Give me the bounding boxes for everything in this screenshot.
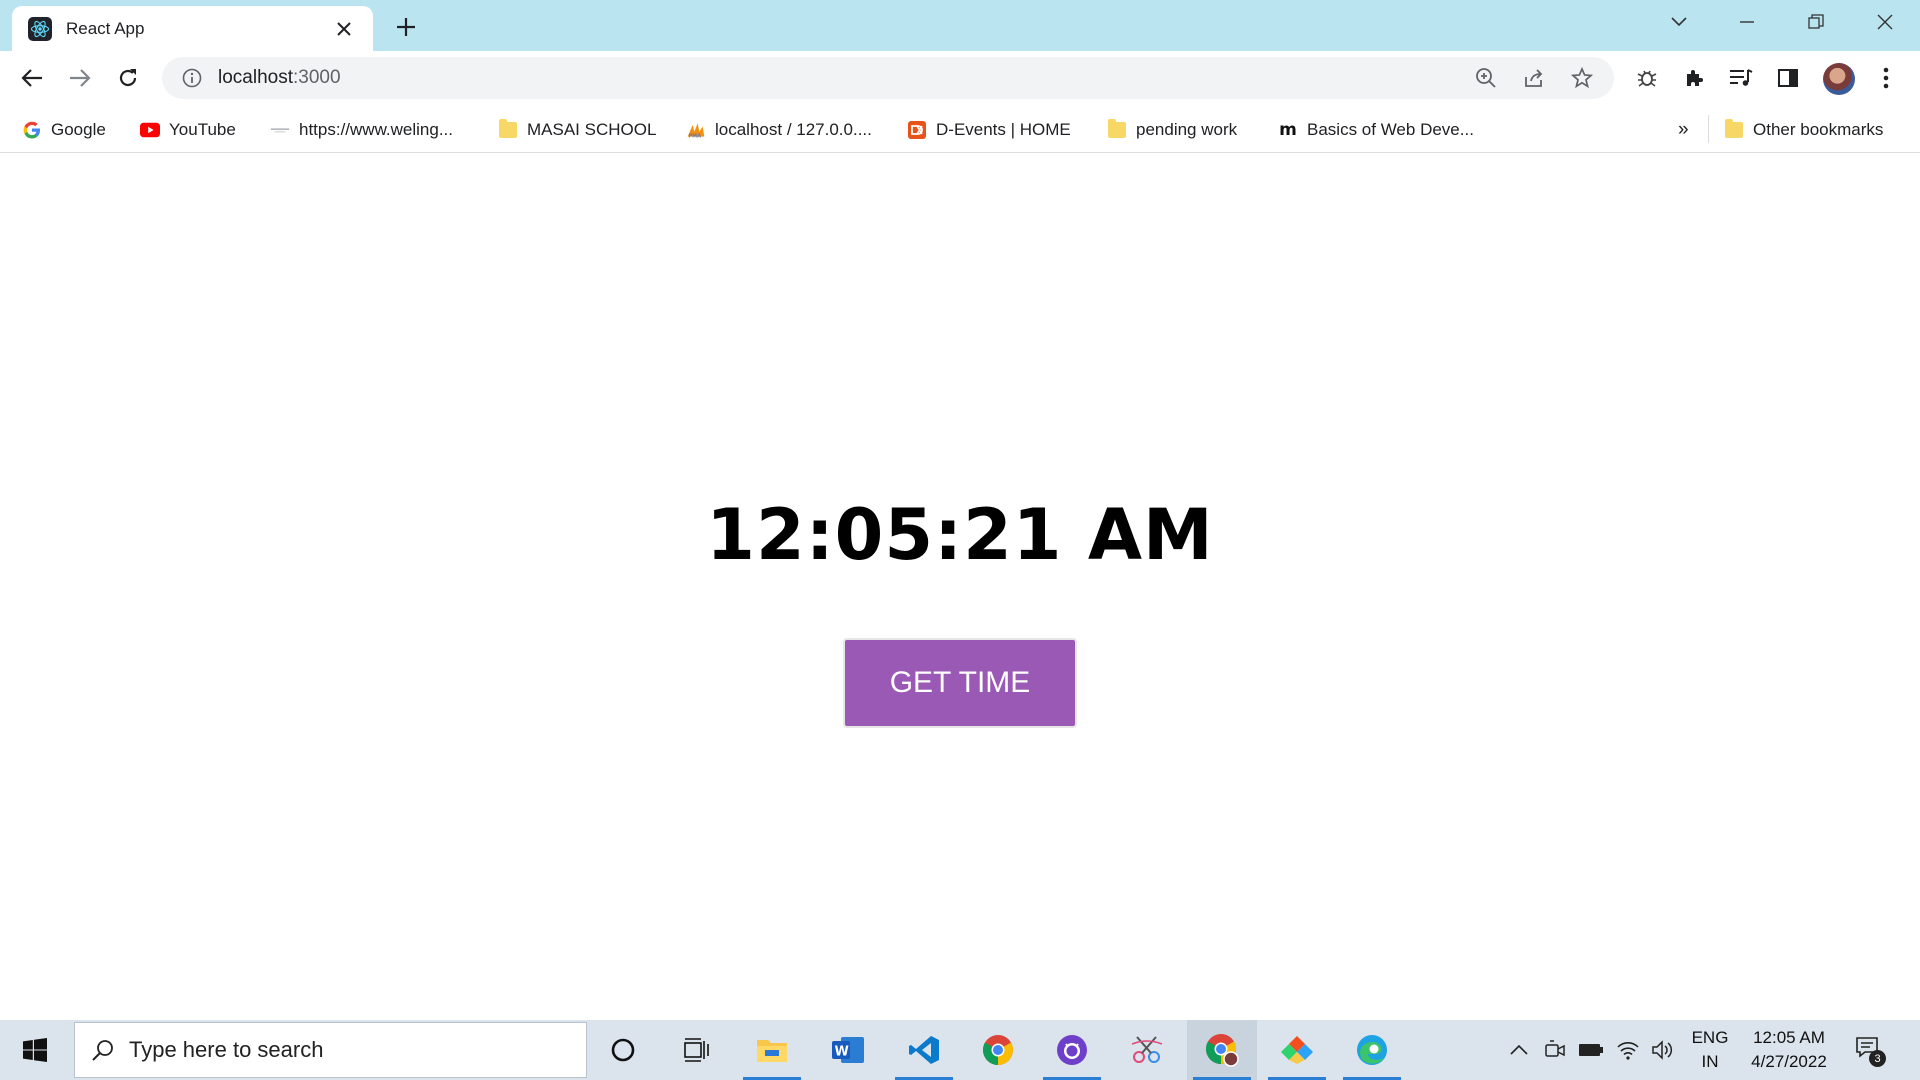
bookmark-star-icon[interactable] bbox=[1564, 60, 1600, 96]
bookmark-weling[interactable]: https://www.weling... bbox=[270, 115, 453, 145]
show-hidden-icons-chevron-icon[interactable] bbox=[1503, 1034, 1535, 1066]
media-control-icon[interactable] bbox=[1723, 60, 1759, 96]
task-view-icon[interactable] bbox=[661, 1020, 731, 1080]
bookmark-localhost-phpmyadmin[interactable]: PMA localhost / 127.0.0.... bbox=[686, 115, 872, 145]
clock-date: 4/27/2022 bbox=[1751, 1052, 1827, 1071]
tab-strip: React App bbox=[0, 0, 1920, 51]
phpmyadmin-icon: PMA bbox=[686, 120, 706, 140]
folder-icon bbox=[1724, 119, 1744, 140]
folder-icon bbox=[1107, 119, 1127, 140]
close-icon[interactable] bbox=[331, 16, 357, 42]
medium-icon: m bbox=[1279, 120, 1297, 140]
get-time-button[interactable]: GET TIME bbox=[843, 638, 1077, 728]
url-port: :3000 bbox=[293, 67, 341, 88]
react-icon bbox=[28, 16, 52, 41]
svg-text:PMA: PMA bbox=[689, 134, 702, 140]
forward-icon[interactable] bbox=[62, 60, 98, 96]
back-icon[interactable] bbox=[14, 60, 50, 96]
bookmark-pending-work[interactable]: pending work bbox=[1107, 115, 1237, 145]
restore-icon[interactable] bbox=[1786, 0, 1846, 44]
edge-icon[interactable] bbox=[1337, 1020, 1407, 1080]
bookmark-label: Google bbox=[51, 120, 106, 139]
address-bar[interactable]: localhost:3000 bbox=[162, 57, 1614, 99]
close-window-icon[interactable] bbox=[1855, 0, 1915, 44]
chevron-double-right-icon: » bbox=[1678, 119, 1689, 140]
folder-icon bbox=[498, 119, 518, 140]
tab-react-app[interactable]: React App bbox=[12, 6, 373, 51]
notification-center-icon[interactable]: 3 bbox=[1852, 1033, 1886, 1067]
bookmark-label: localhost / 127.0.0.... bbox=[715, 120, 872, 139]
vscode-icon[interactable] bbox=[889, 1020, 959, 1080]
bookmark-google[interactable]: Google bbox=[22, 115, 106, 145]
file-explorer-icon[interactable] bbox=[737, 1020, 807, 1080]
zoom-icon[interactable] bbox=[1468, 60, 1504, 96]
bookmarks-separator bbox=[1708, 115, 1709, 143]
bookmarks-overflow-button[interactable]: » bbox=[1678, 115, 1689, 145]
input-language-indicator[interactable]: ENG IN bbox=[1682, 1026, 1738, 1074]
tab-title: React App bbox=[66, 18, 145, 38]
snip-sketch-icon[interactable] bbox=[1112, 1020, 1182, 1080]
taskbar: Type here to search W ENG IN 12:05 AM 4/… bbox=[0, 1020, 1920, 1080]
url-text[interactable]: localhost:3000 bbox=[218, 67, 341, 89]
bookmark-youtube[interactable]: YouTube bbox=[140, 115, 236, 145]
page-viewport: 12:05:21 AM GET TIME bbox=[0, 154, 1920, 1020]
bookmark-label: https://www.weling... bbox=[299, 120, 454, 139]
region-code: IN bbox=[1701, 1052, 1719, 1071]
side-panel-icon[interactable] bbox=[1770, 60, 1806, 96]
bookmark-label: Other bookmarks bbox=[1753, 120, 1884, 139]
bookmark-d-events[interactable]: D-Events | HOME bbox=[907, 115, 1071, 145]
notification-count-badge: 3 bbox=[1869, 1050, 1886, 1067]
bookmarks-bar: Google YouTube https://www.weling... MAS… bbox=[0, 107, 1920, 153]
search-placeholder: Type here to search bbox=[129, 1037, 324, 1062]
wifi-icon[interactable] bbox=[1612, 1034, 1644, 1066]
bookmark-label: MASAI SCHOOL bbox=[527, 120, 657, 139]
reload-icon[interactable] bbox=[110, 60, 146, 96]
cortana-icon[interactable] bbox=[588, 1020, 658, 1080]
github-desktop-icon[interactable] bbox=[1037, 1020, 1107, 1080]
volume-icon[interactable] bbox=[1647, 1034, 1679, 1066]
google-icon bbox=[22, 120, 42, 140]
clock-time: 12:05 AM bbox=[1753, 1028, 1825, 1047]
bookmark-label: Basics of Web Deve... bbox=[1307, 120, 1474, 139]
language-code: ENG bbox=[1691, 1028, 1729, 1047]
extensions-icon[interactable] bbox=[1676, 60, 1712, 96]
site-icon bbox=[270, 120, 290, 140]
minimize-icon[interactable] bbox=[1717, 0, 1777, 44]
bookmark-label: pending work bbox=[1136, 120, 1238, 139]
bookmark-label: D-Events | HOME bbox=[936, 120, 1071, 139]
taskbar-search-box[interactable]: Type here to search bbox=[74, 1022, 587, 1078]
menu-kebab-icon[interactable] bbox=[1868, 60, 1904, 96]
gitkraken-icon[interactable] bbox=[1262, 1020, 1332, 1080]
share-icon[interactable] bbox=[1516, 60, 1552, 96]
bug-extension-icon[interactable] bbox=[1629, 60, 1665, 96]
svg-text:W: W bbox=[835, 1045, 849, 1060]
bookmark-basics-web-dev[interactable]: m Basics of Web Deve... bbox=[1278, 115, 1474, 145]
info-icon[interactable] bbox=[174, 60, 210, 96]
tab-search-chevron-icon[interactable] bbox=[1649, 0, 1709, 44]
bookmark-masai-school[interactable]: MASAI SCHOOL bbox=[498, 115, 656, 145]
windows-start-icon[interactable] bbox=[0, 1020, 70, 1080]
taskbar-clock[interactable]: 12:05 AM 4/27/2022 bbox=[1739, 1026, 1839, 1074]
chrome-icon[interactable] bbox=[963, 1020, 1033, 1080]
battery-icon[interactable] bbox=[1575, 1034, 1607, 1066]
bookmark-label: YouTube bbox=[169, 120, 236, 139]
chrome-active-window-icon[interactable] bbox=[1187, 1020, 1257, 1080]
time-display: 12:05:21 AM bbox=[706, 494, 1214, 576]
meet-now-icon[interactable] bbox=[1539, 1034, 1571, 1066]
youtube-icon bbox=[140, 120, 160, 140]
new-tab-button[interactable] bbox=[391, 12, 421, 42]
site-icon bbox=[907, 120, 927, 140]
bookmark-other-bookmarks[interactable]: Other bookmarks bbox=[1724, 115, 1883, 145]
url-host: localhost bbox=[218, 67, 293, 88]
search-icon bbox=[91, 1038, 115, 1062]
word-icon[interactable]: W bbox=[813, 1020, 883, 1080]
profile-avatar[interactable] bbox=[1823, 63, 1855, 95]
